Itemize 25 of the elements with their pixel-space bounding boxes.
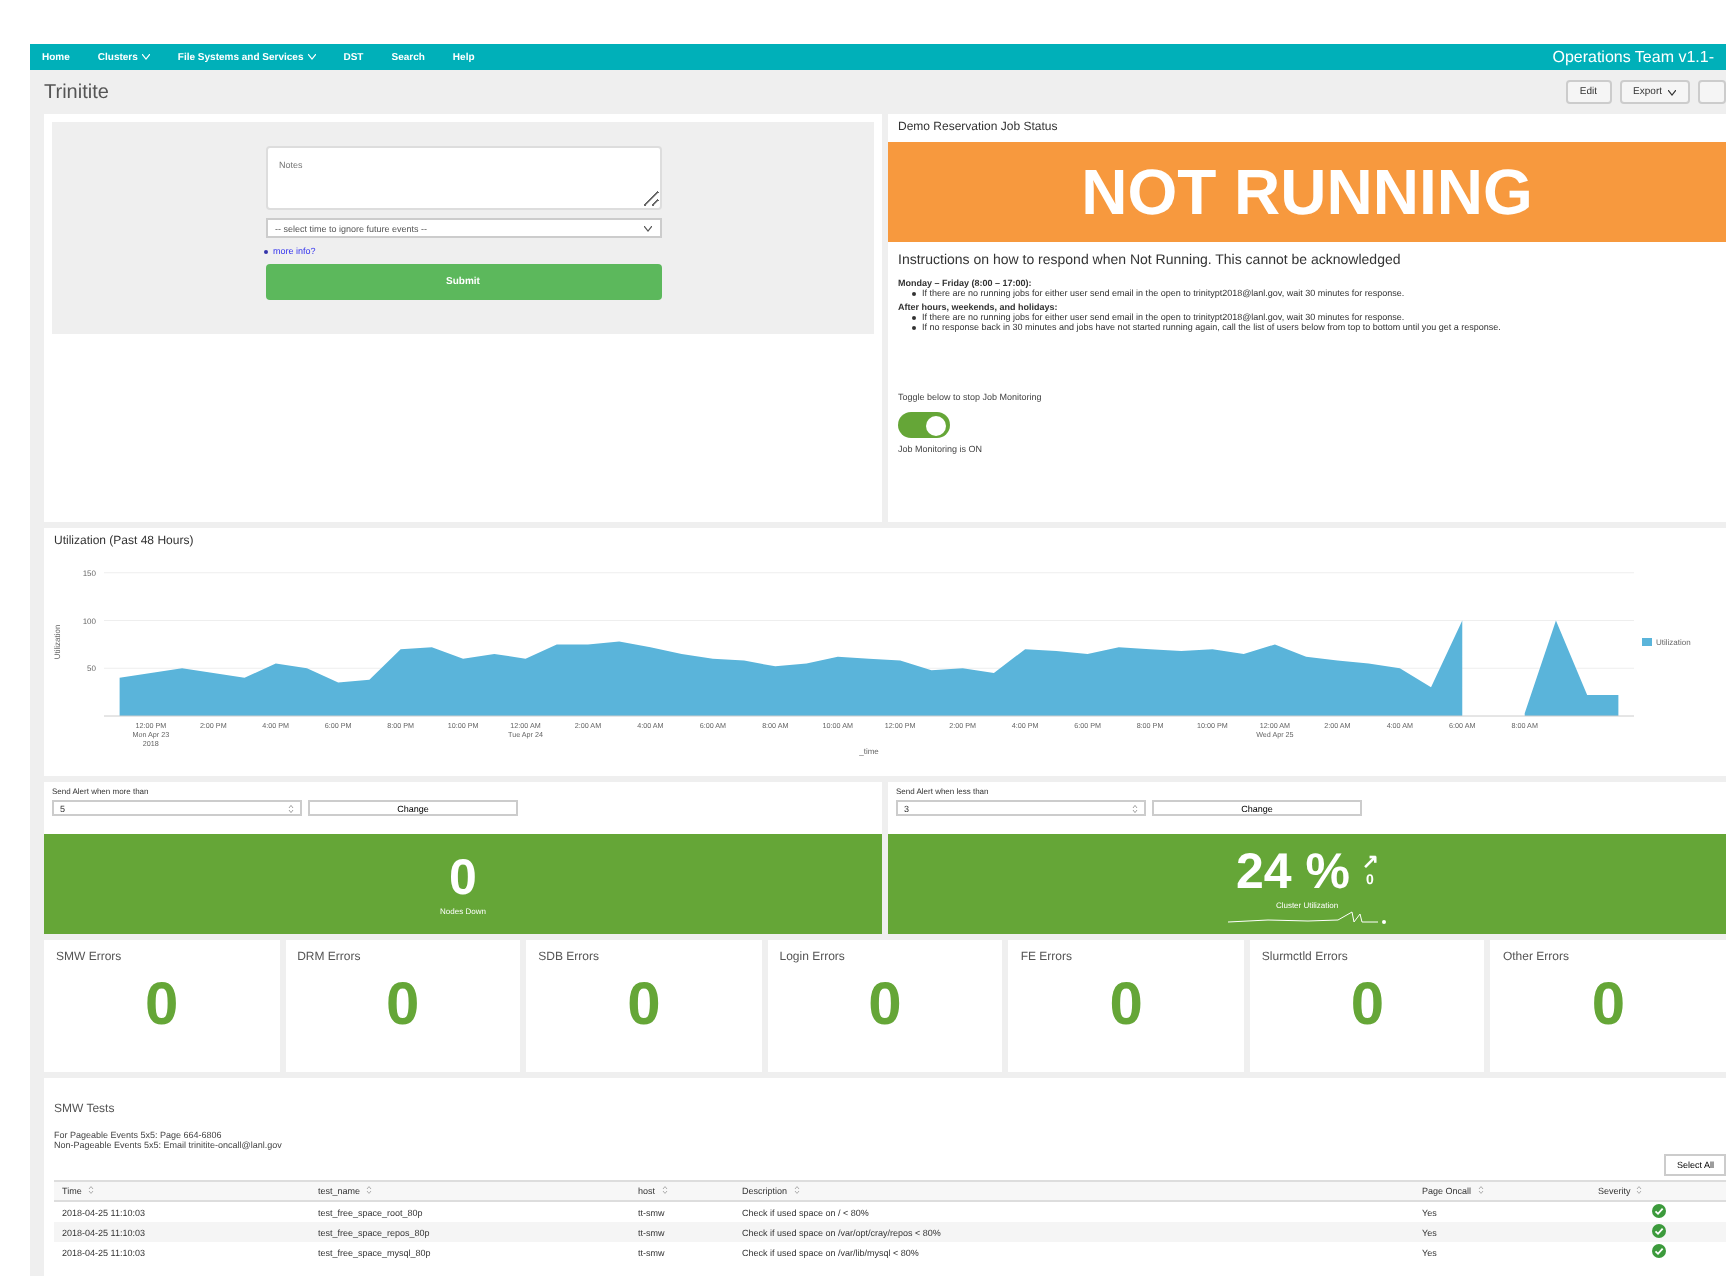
error-count: 0 — [866, 972, 904, 1040]
caret-icon — [643, 225, 651, 231]
error-count: 0 — [625, 972, 663, 1040]
sort-icon — [1477, 1186, 1484, 1194]
monitoring-toggle[interactable] — [898, 412, 950, 438]
utilization-area — [1524, 620, 1619, 716]
error-count: 0 — [1589, 972, 1628, 1040]
metric-value: 0 — [449, 852, 477, 906]
metric-value: 24 % — [1236, 845, 1350, 899]
status-banner: NOT RUNNING — [888, 142, 1726, 242]
error-count: 0 — [1107, 972, 1145, 1040]
sort-icon — [793, 1186, 800, 1194]
legend-swatch — [1642, 638, 1652, 646]
sort-icon — [661, 1186, 668, 1194]
app-title: Operations Team v1.1- — [1552, 48, 1714, 66]
sort-icon — [87, 1186, 94, 1194]
error-count: 0 — [384, 972, 422, 1040]
sort-icon — [366, 1186, 373, 1194]
spinner-icon — [288, 803, 294, 813]
error-count: 0 — [142, 972, 181, 1040]
dashboard-title: Trinitite — [44, 81, 109, 103]
sort-icon — [1636, 1186, 1643, 1194]
trend-arrow: ↗ — [1361, 854, 1378, 872]
error-count: 0 — [1348, 972, 1387, 1040]
spinner-icon — [1132, 803, 1138, 813]
